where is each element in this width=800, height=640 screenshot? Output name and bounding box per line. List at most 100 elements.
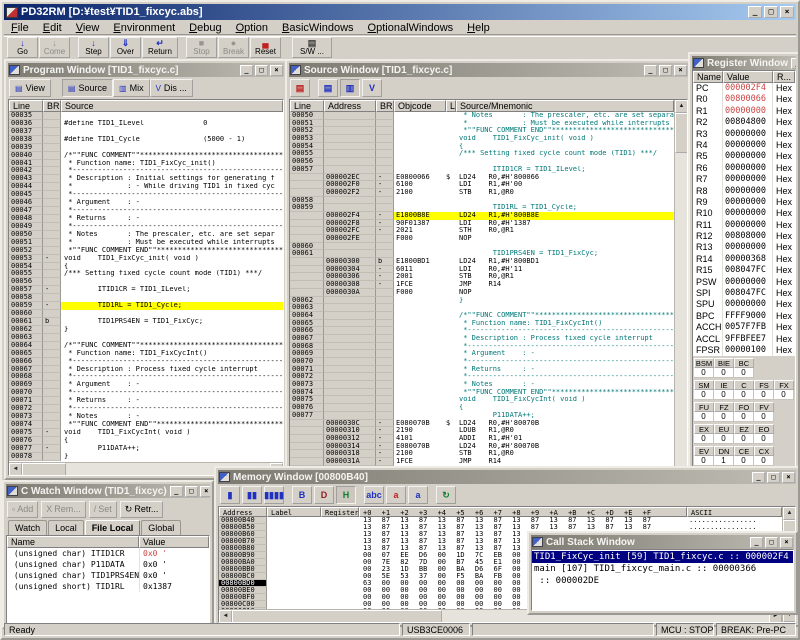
breakpoint-cell[interactable]: [376, 373, 394, 381]
callstack-frame[interactable]: TID1_FixCyc_init [59] TID1_fixcyc.c :: 0…: [532, 551, 793, 563]
register-radix[interactable]: Hex: [773, 106, 795, 117]
breakpoint-cell[interactable]: [376, 350, 394, 358]
breakpoint-cell[interactable]: [43, 175, 61, 183]
flag-value[interactable]: 0: [754, 456, 774, 466]
code-row[interactable]: 00061 TID1PRS4EN = TID1_FixCyc;: [290, 250, 674, 258]
code-row[interactable]: 00076 {: [9, 437, 283, 445]
memory-toolbar-button[interactable]: a: [408, 486, 428, 504]
register-value[interactable]: 00000000: [723, 106, 773, 117]
column-header-l[interactable]: L: [446, 100, 456, 112]
breakpoint-cell[interactable]: -: [376, 450, 394, 458]
code-row[interactable]: 00072 *---------------------------------…: [290, 373, 674, 381]
code-row[interactable]: 00061 b TID1PRS4EN = TID1_FixCyc;: [9, 318, 283, 326]
code-row[interactable]: 00069 * Argument : -: [290, 350, 674, 358]
breakpoint-cell[interactable]: -: [376, 273, 394, 281]
scroll-thumb[interactable]: [232, 610, 442, 622]
breakpoint-cell[interactable]: -: [376, 227, 394, 235]
memory-toolbar-button[interactable]: ▮▮: [242, 486, 262, 504]
breakpoint-cell[interactable]: [43, 397, 61, 405]
menu-item[interactable]: OptionalWindows: [361, 22, 461, 34]
restore-icon[interactable]: □: [764, 6, 778, 18]
watch-toolbar-button[interactable]: ↻ Retr...: [120, 501, 164, 518]
close-icon[interactable]: ×: [270, 65, 283, 76]
code-row[interactable]: 00000312 - 4101 ADDI R1,#H'01: [290, 435, 674, 443]
breakpoint-cell[interactable]: -: [376, 212, 394, 220]
code-row[interactable]: 00040 /*""FUNC COMMENT""****************…: [9, 152, 283, 160]
watch-toolbar-button[interactable]: ▫ Add: [7, 501, 38, 518]
code-row[interactable]: 00041 * Function name: TID1_FixCyc_init(…: [9, 160, 283, 168]
code-row[interactable]: 00075 - void TID1_FixCycInt( void ): [9, 429, 283, 437]
maximize-icon[interactable]: □: [185, 486, 198, 497]
code-row[interactable]: 00066 *---------------------------------…: [290, 327, 674, 335]
breakpoint-cell[interactable]: [376, 335, 394, 343]
watch-tab[interactable]: File Local: [85, 520, 141, 535]
code-row[interactable]: 00058: [290, 197, 674, 205]
column-header-value[interactable]: Value: [139, 536, 209, 548]
scroll-left-icon[interactable]: ◄: [9, 463, 22, 475]
breakpoint-cell[interactable]: -: [376, 220, 394, 228]
register-value[interactable]: 00000368: [723, 254, 773, 265]
menu-item[interactable]: Debug: [182, 22, 228, 34]
code-row[interactable]: 00069 * Argument : -: [9, 381, 283, 389]
breakpoint-cell[interactable]: [376, 381, 394, 389]
scroll-up-icon[interactable]: ▲: [783, 507, 796, 520]
register-value[interactable]: 9FFBFEE7: [723, 334, 773, 345]
breakpoint-cell[interactable]: -: [43, 302, 61, 310]
breakpoint-cell[interactable]: [43, 128, 61, 136]
breakpoint-cell[interactable]: [43, 381, 61, 389]
breakpoint-cell[interactable]: b: [43, 318, 61, 326]
breakpoint-cell[interactable]: [376, 143, 394, 151]
code-row[interactable]: 0000030C - E080070B $ LD24 R0,#H'80070B: [290, 420, 674, 428]
register-value[interactable]: 00000000: [723, 242, 773, 253]
breakpoint-cell[interactable]: -: [43, 286, 61, 294]
breakpoint-cell[interactable]: [43, 223, 61, 231]
register-row[interactable]: ACCL 9FFBFEE7 Hex: [693, 334, 795, 345]
code-row[interactable]: 00064 /*""FUNC COMMENT""****************…: [290, 312, 674, 320]
menu-item[interactable]: Option: [229, 22, 275, 34]
flag-value[interactable]: 1: [714, 456, 734, 466]
breakpoint-cell[interactable]: [376, 135, 394, 143]
breakpoint-cell[interactable]: -: [376, 181, 394, 189]
code-row[interactable]: 00071 * Returns : -: [9, 397, 283, 405]
register-row[interactable]: R13 00000000 Hex: [693, 242, 795, 253]
code-row[interactable]: 00059 TID1RL = TID1_Cycle;: [290, 204, 674, 212]
flag-value[interactable]: 0: [694, 434, 714, 444]
main-titlebar[interactable]: PD32RM [D:¥test¥TID1_fixcyc.abs] _ □ ×: [4, 4, 796, 20]
code-row[interactable]: 00042 *---------------------------------…: [9, 167, 283, 175]
program-window-titlebar[interactable]: Program Window [TID1_fixcyc.c] _ □ ×: [8, 63, 284, 77]
register-value[interactable]: FFFF9000: [723, 311, 773, 322]
column-header-line[interactable]: Line: [9, 100, 43, 112]
breakpoint-cell[interactable]: [43, 270, 61, 278]
register-value[interactable]: 00000000: [723, 151, 773, 162]
code-row[interactable]: 00065 * Function name: TID1_FixCycInt(): [290, 320, 674, 328]
column-header-mnemonic[interactable]: Source/Mnemonic: [456, 100, 674, 112]
breakpoint-cell[interactable]: [376, 166, 394, 174]
breakpoint-cell[interactable]: -: [376, 427, 394, 435]
scroll-thumb[interactable]: [675, 113, 688, 153]
register-value[interactable]: 00000000: [723, 208, 773, 219]
breakpoint-cell[interactable]: [376, 297, 394, 305]
register-row[interactable]: ACCH 0057F7FB Hex: [693, 322, 795, 333]
menu-item[interactable]: Edit: [36, 22, 69, 34]
breakpoint-cell[interactable]: [43, 334, 61, 342]
breakpoint-cell[interactable]: [43, 263, 61, 271]
code-row[interactable]: 000002F2 - 2100 STB R1,@R0: [290, 189, 674, 197]
code-row[interactable]: 00035: [9, 112, 283, 120]
flag-value[interactable]: 0: [714, 390, 734, 400]
breakpoint-cell[interactable]: [376, 389, 394, 397]
register-radix[interactable]: Hex: [773, 186, 795, 197]
column-header-source[interactable]: Source: [61, 100, 283, 112]
register-row[interactable]: R4 00000000 Hex: [693, 140, 795, 151]
menu-item[interactable]: BasicWindows: [275, 22, 361, 34]
menu-item[interactable]: File: [4, 22, 36, 34]
breakpoint-cell[interactable]: [43, 247, 61, 255]
code-row[interactable]: 00060: [290, 243, 674, 251]
code-row[interactable]: 00051 * : Must be executed while interru…: [290, 120, 674, 128]
register-row[interactable]: R2 00804800 Hex: [693, 117, 795, 128]
breakpoint-cell[interactable]: [43, 215, 61, 223]
register-radix[interactable]: Hex: [773, 163, 795, 174]
breakpoint-cell[interactable]: [376, 404, 394, 412]
breakpoint-cell[interactable]: [43, 120, 61, 128]
breakpoint-cell[interactable]: [43, 183, 61, 191]
code-row[interactable]: 00062 }: [290, 297, 674, 305]
